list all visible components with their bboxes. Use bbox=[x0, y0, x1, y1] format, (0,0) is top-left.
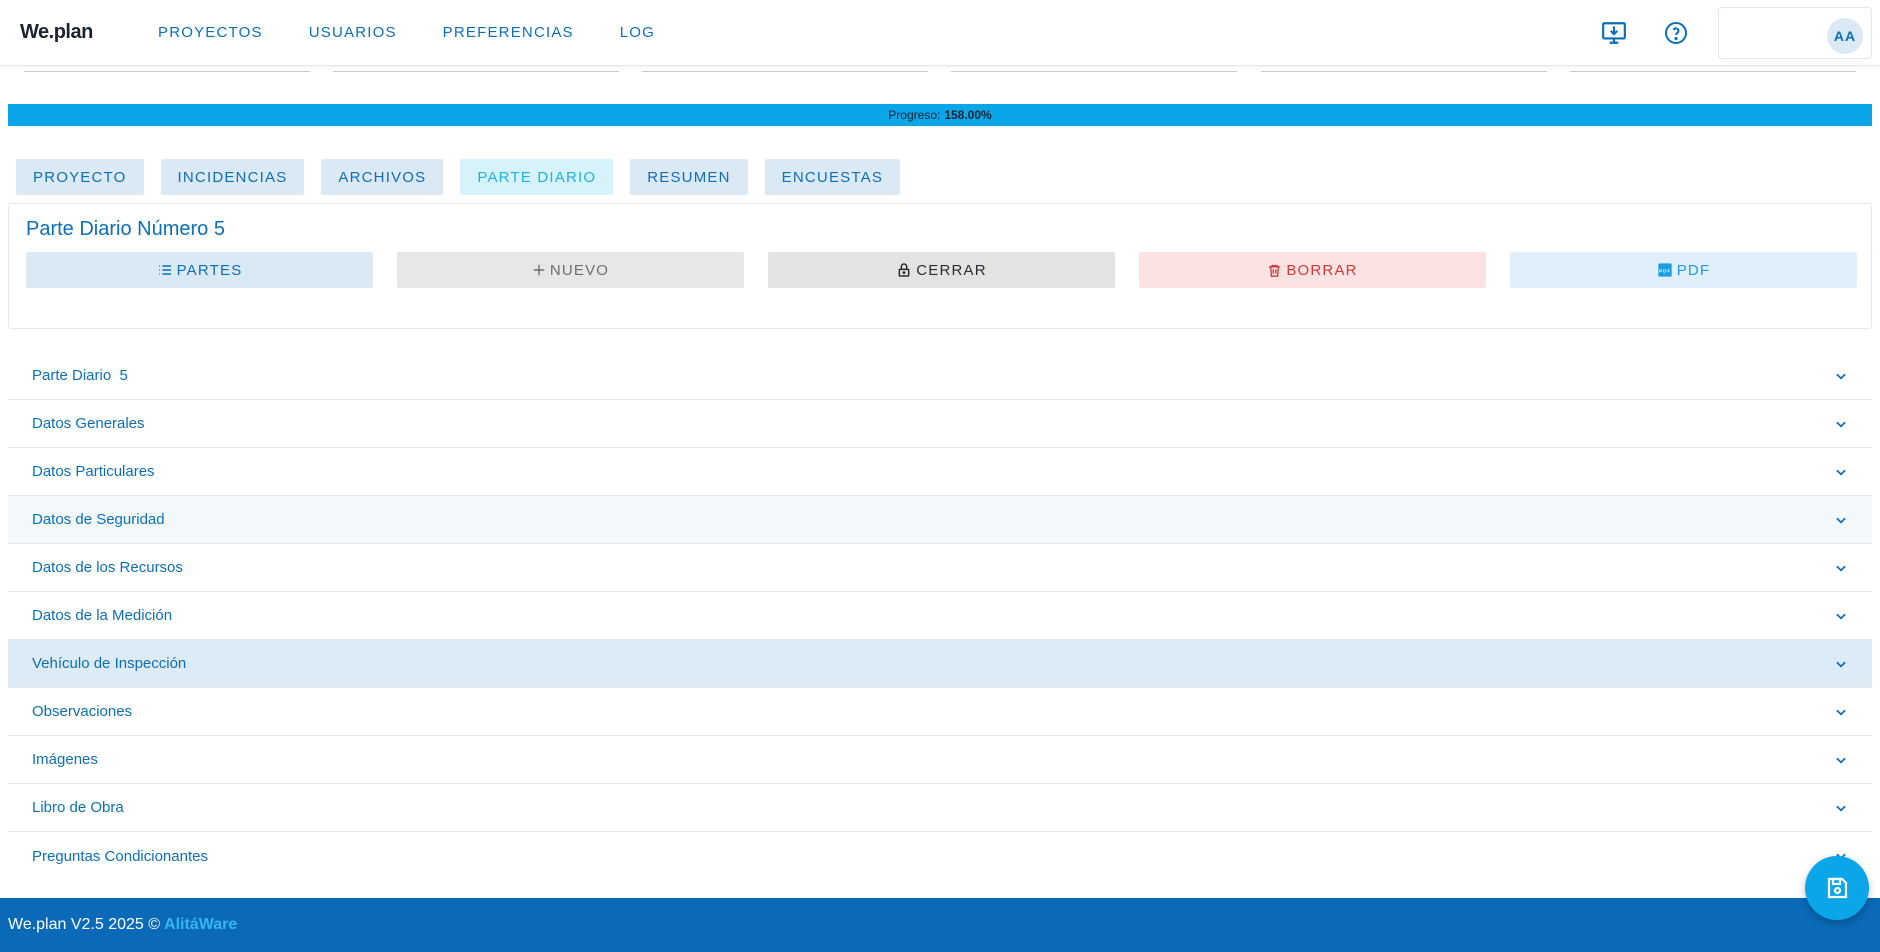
section-label: Libro de Obra bbox=[32, 799, 124, 816]
plus-icon bbox=[533, 264, 545, 276]
section-label: Datos Generales bbox=[32, 415, 145, 432]
section-parte-diario[interactable]: Parte Diario 5 bbox=[8, 352, 1872, 400]
download-icon[interactable] bbox=[1594, 13, 1634, 53]
parte-diario-card: Parte Diario Número 5 PARTES NUEVO CERRA… bbox=[8, 203, 1872, 329]
help-icon[interactable] bbox=[1656, 13, 1696, 53]
section-label: Datos de la Medición bbox=[32, 607, 173, 624]
trash-icon bbox=[1269, 264, 1281, 277]
field-underline[interactable] bbox=[951, 71, 1237, 72]
top-navbar: We.plan PROYECTOS USUARIOS PREFERENCIAS … bbox=[0, 0, 1880, 66]
main-nav: PROYECTOS USUARIOS PREFERENCIAS LOG bbox=[158, 24, 701, 41]
field-underline[interactable] bbox=[642, 71, 928, 72]
footer: We.plan V2.5 2025 © AlitáWare bbox=[0, 898, 1880, 952]
section-label: Datos de Seguridad bbox=[32, 511, 165, 528]
nuevo-button[interactable]: NUEVO bbox=[397, 252, 744, 288]
chevron-down-icon bbox=[1836, 805, 1846, 812]
borrar-label: BORRAR bbox=[1286, 261, 1358, 279]
page-title: Parte Diario Número 5 bbox=[26, 218, 225, 240]
chevron-down-icon bbox=[1836, 469, 1846, 476]
chevron-down-icon bbox=[1836, 757, 1846, 764]
tab-archivos[interactable]: ARCHIVOS bbox=[321, 159, 444, 195]
user-menu[interactable]: AA bbox=[1718, 7, 1872, 59]
app-logo[interactable]: We.plan bbox=[20, 21, 138, 44]
section-label: Parte Diario 5 bbox=[32, 367, 128, 384]
section-label: Vehículo de Inspección bbox=[32, 655, 187, 672]
chevron-down-icon bbox=[1836, 709, 1846, 716]
borrar-button[interactable]: BORRAR bbox=[1139, 252, 1486, 288]
section-datos-medicion[interactable]: Datos de la Medición bbox=[8, 592, 1872, 640]
section-datos-recursos[interactable]: Datos de los Recursos bbox=[8, 544, 1872, 592]
nav-usuarios[interactable]: USUARIOS bbox=[309, 24, 397, 41]
cerrar-label: CERRAR bbox=[916, 261, 987, 279]
nav-preferencias[interactable]: PREFERENCIAS bbox=[443, 24, 574, 41]
tab-resumen[interactable]: RESUMEN bbox=[630, 159, 748, 195]
section-label: Datos de los Recursos bbox=[32, 559, 183, 576]
sections-accordion: Parte Diario 5 Datos Generales Datos Par… bbox=[8, 352, 1872, 880]
chevron-down-icon bbox=[1836, 565, 1846, 572]
action-bar: PARTES NUEVO CERRAR BORRAR PDF PDF bbox=[26, 252, 1857, 288]
save-button[interactable] bbox=[1805, 856, 1869, 920]
pdf-button[interactable]: PDF PDF bbox=[1510, 252, 1857, 288]
chevron-down-icon bbox=[1836, 373, 1846, 380]
chevron-down-icon bbox=[1836, 613, 1846, 620]
field-underline[interactable] bbox=[1261, 71, 1547, 72]
section-label: Datos Particulares bbox=[32, 463, 155, 480]
nuevo-label: NUEVO bbox=[549, 261, 610, 279]
list-icon bbox=[158, 265, 171, 275]
section-datos-generales[interactable]: Datos Generales bbox=[8, 400, 1872, 448]
avatar[interactable]: AA bbox=[1827, 18, 1863, 54]
progress-label: Progreso: bbox=[888, 108, 941, 122]
pdf-label: PDF bbox=[1676, 261, 1711, 279]
section-vehiculo-inspeccion[interactable]: Vehículo de Inspección bbox=[8, 640, 1872, 688]
scrolled-fields bbox=[0, 66, 1880, 74]
chevron-down-icon bbox=[1836, 661, 1846, 668]
field-underline[interactable] bbox=[333, 71, 619, 72]
cerrar-button[interactable]: CERRAR bbox=[768, 252, 1115, 288]
nav-proyectos[interactable]: PROYECTOS bbox=[158, 24, 263, 41]
chevron-down-icon bbox=[1836, 421, 1846, 428]
svg-text:PDF: PDF bbox=[1659, 268, 1671, 273]
progress-bar: Progreso: 158.00% bbox=[8, 104, 1872, 126]
section-label: Observaciones bbox=[32, 703, 133, 720]
tab-parte-diario[interactable]: PARTE DIARIO bbox=[460, 159, 614, 195]
footer-brand-link[interactable]: AlitáWare bbox=[164, 916, 237, 934]
section-preguntas-condicionantes[interactable]: Preguntas Condicionantes bbox=[8, 832, 1872, 880]
field-underline[interactable] bbox=[1570, 71, 1856, 72]
progress-value: 158.00% bbox=[944, 108, 992, 122]
tab-incidencias[interactable]: INCIDENCIAS bbox=[160, 159, 305, 195]
section-libro-obra[interactable]: Libro de Obra bbox=[8, 784, 1872, 832]
save-icon bbox=[1827, 877, 1848, 899]
partes-button[interactable]: PARTES bbox=[26, 252, 373, 288]
tab-encuestas[interactable]: ENCUESTAS bbox=[764, 159, 901, 195]
section-observaciones[interactable]: Observaciones bbox=[8, 688, 1872, 736]
footer-text: We.plan V2.5 2025 © bbox=[8, 916, 161, 933]
section-datos-particulares[interactable]: Datos Particulares bbox=[8, 448, 1872, 496]
section-label: Imágenes bbox=[32, 751, 98, 768]
lock-icon bbox=[898, 263, 910, 277]
project-tabs: PROYECTO INCIDENCIAS ARCHIVOS PARTE DIAR… bbox=[16, 159, 917, 195]
chevron-down-icon bbox=[1836, 517, 1846, 524]
section-imagenes[interactable]: Imágenes bbox=[8, 736, 1872, 784]
tab-proyecto[interactable]: PROYECTO bbox=[16, 159, 144, 195]
section-datos-seguridad[interactable]: Datos de Seguridad bbox=[8, 496, 1872, 544]
pdf-icon: PDF bbox=[1658, 263, 1672, 277]
partes-label: PARTES bbox=[176, 261, 243, 279]
nav-log[interactable]: LOG bbox=[620, 24, 655, 41]
field-underline[interactable] bbox=[24, 71, 310, 72]
section-label: Preguntas Condicionantes bbox=[32, 847, 208, 865]
